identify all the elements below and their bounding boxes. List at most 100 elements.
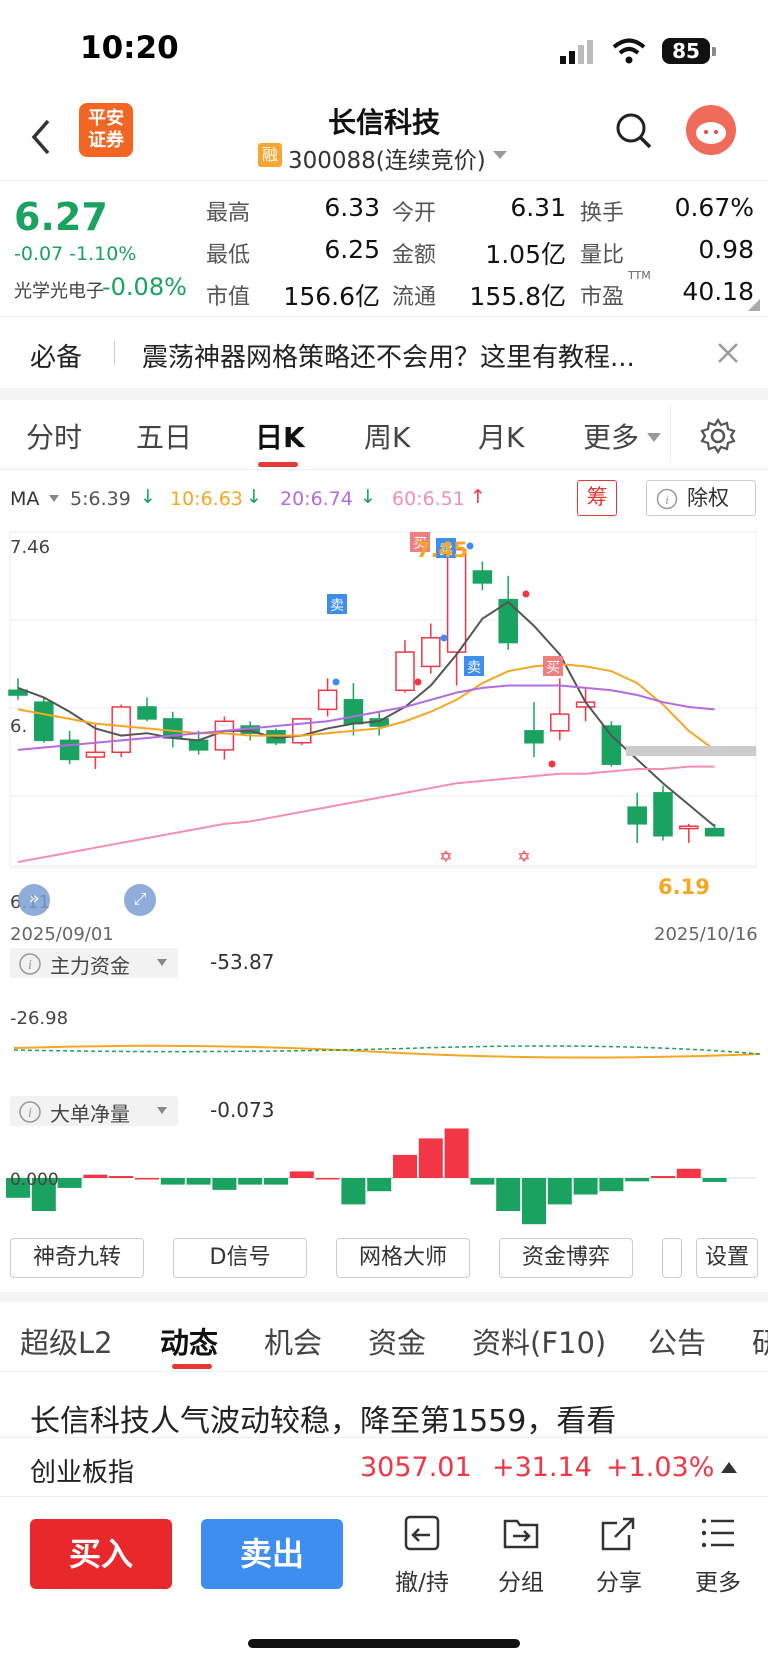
chevron-up-icon[interactable] [720,1460,738,1474]
divider [114,341,115,365]
candle [111,706,131,754]
ma10-value: 10:6.63 [170,488,243,510]
tab-monthly-k[interactable]: 月K [478,416,524,456]
fullscreen-button[interactable]: ⤢ [124,884,156,916]
sector-change[interactable]: -0.08% [102,273,187,301]
group-button[interactable]: 分组 [481,1513,561,1599]
search-icon[interactable] [614,111,654,151]
index-name: 创业板指 [30,1458,135,1488]
bigorder-bar [522,1178,546,1225]
more-button[interactable]: 更多 [678,1513,758,1599]
info-icon: i [19,1101,41,1123]
turnover-label: 换手 [580,201,625,226]
home-indicator [248,1639,520,1648]
kline-chart[interactable]: 卖买卖买卖买✡✡ [0,530,768,950]
float-cap-value: 155.8亿 [469,282,566,311]
toolbar-magic-nine[interactable]: 神奇九转 [10,1238,144,1278]
chevron-down-icon [157,959,167,966]
news-headline[interactable]: 长信科技人气波动较稳，降至第1559，看看 [30,1396,768,1436]
arrow-down-icon: ↓ [246,486,262,508]
chevron-down-icon [647,433,661,442]
y-axis-mid-label: 6. [10,716,28,737]
share-button[interactable]: 分享 [579,1513,659,1599]
tab-news[interactable]: 动态 [160,1320,218,1362]
cancel-hold-button[interactable]: 撤/持 [382,1513,462,1599]
back-icon[interactable] [28,117,54,157]
expand-corner-icon[interactable] [748,299,760,311]
stock-code[interactable]: 300088(连续竞价) [288,141,486,175]
candle [214,720,235,751]
signal-dot [414,678,422,686]
assistant-avatar[interactable] [686,105,736,155]
tab-intraday[interactable]: 分时 [26,416,82,456]
tab-more[interactable]: 更多 [583,416,639,456]
toolbar-fund-game[interactable]: 资金博弈 [499,1238,633,1278]
mascot-icon [696,122,726,144]
bigorder-bar [573,1178,598,1195]
indicator-toolbar: 神奇九转 D信号 网格大师 资金博弈 设置 [0,1238,768,1286]
candle [704,827,725,837]
ma-label[interactable]: MA [10,488,39,510]
notice-bar[interactable]: 必备 震荡神器网格策略还不会用？这里有教程... [0,316,768,388]
bigorder-bar [135,1178,159,1180]
amount-label: 金额 [392,243,437,268]
tab-funds[interactable]: 资金 [368,1320,426,1362]
bigorder-bar [393,1154,417,1178]
arrow-down-icon: ↓ [360,486,376,508]
bigorder-bar [418,1138,443,1178]
toolbar-partial-item[interactable] [662,1238,682,1278]
folder-icon [503,1519,539,1549]
toolbar-grid-master[interactable]: 网格大师 [336,1238,470,1278]
notice-text[interactable]: 震荡神器网格策略还不会用？这里有教程... [142,337,635,374]
clock: 10:20 [80,30,179,66]
bigorder-bar [57,1178,82,1188]
sell-button[interactable]: 卖出 [201,1519,343,1589]
bigorder-bar [238,1178,263,1185]
dropdown-icon[interactable] [492,149,508,161]
sector-name[interactable]: 光学光电子 [14,277,104,303]
buy-button[interactable]: 买入 [30,1519,172,1589]
bigorder-bar [547,1178,572,1205]
close-icon[interactable] [716,341,740,365]
tab-opportunity[interactable]: 机会 [264,1320,322,1362]
divider [670,406,671,462]
index-ticker[interactable]: 创业板指 3057.01 +31.14 +1.03% [0,1437,768,1497]
scroll-left-button[interactable]: » [18,884,50,916]
tab-super-l2[interactable]: 超级L2 [20,1320,113,1362]
status-bar: 10:20 85 [0,0,768,95]
bigorder-bar [160,1178,185,1185]
bigorder-bar [367,1178,392,1192]
bigorder-axis-label: 0.000 [10,1170,59,1190]
ma60-value: 60:6.51 [392,488,465,510]
bigorder-bar [496,1178,521,1211]
bigorder-value: -0.073 [210,1098,275,1122]
chip-distribution-button[interactable]: 筹 [577,480,617,516]
tab-five-day[interactable]: 五日 [136,416,192,456]
tab-announcement[interactable]: 公告 [648,1320,706,1362]
bigorder-bar [676,1168,701,1178]
toolbar-settings[interactable]: 设置 [696,1238,758,1278]
bigorder-bar [341,1178,366,1205]
bigorder-bar [264,1178,288,1185]
ma-legend: MA 5:6.39 ↓ 10:6.63 ↓ 20:6.74 ↓ 60:6.51 … [0,470,768,530]
ma-dropdown-icon[interactable] [48,494,60,504]
low-label: 最低 [206,243,251,268]
float-cap-label: 流通 [392,285,437,310]
bigorder-bar [83,1174,108,1178]
ttm-label: TTM [628,269,651,282]
candle [601,725,622,765]
tab-f10[interactable]: 资料(F10) [472,1320,606,1362]
gear-icon[interactable] [700,418,736,454]
bigorder-chart [6,1128,756,1225]
bigorder-bar [470,1178,495,1185]
svg-text:i: i [28,958,32,973]
toolbar-d-signal[interactable]: D信号 [173,1238,307,1278]
sell-signal-label: 卖 [467,660,481,676]
broker-logo[interactable]: 平安 证券 [79,103,133,157]
svg-text:i: i [665,492,669,507]
tab-research[interactable]: 研 [752,1320,768,1362]
tab-weekly-k[interactable]: 周K [364,416,410,456]
candle [653,792,673,837]
candle [446,548,467,653]
tab-daily-k[interactable]: 日K [255,416,305,456]
